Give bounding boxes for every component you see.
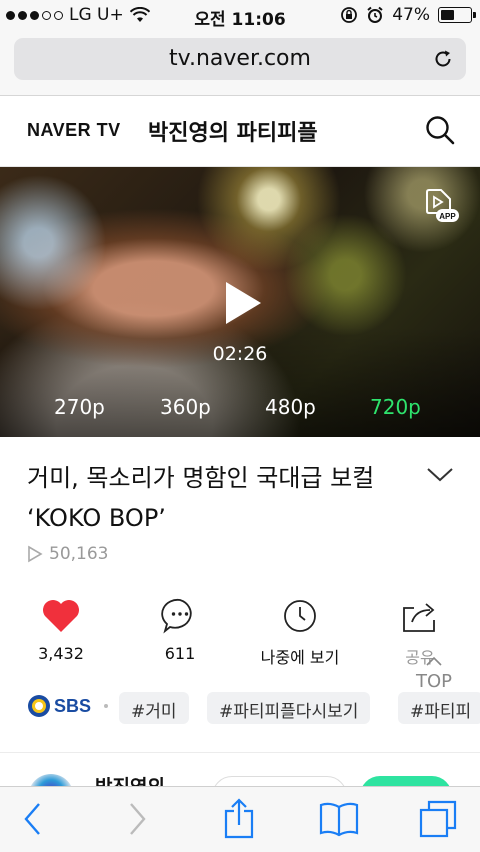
search-icon[interactable] [424, 114, 456, 146]
site-header: NAVER TV 박진영의 파티피플 [0, 97, 480, 167]
watch-later-label: 나중에 보기 [260, 648, 340, 667]
status-bar: LG U+ 오전 11:06 47% [0, 0, 480, 30]
reload-icon[interactable] [432, 48, 454, 70]
play-icon[interactable] [222, 279, 264, 327]
share-icon [403, 603, 435, 632]
clip-title-line-2: ‘KOKO BOP’ [27, 504, 166, 532]
section-divider [0, 752, 480, 753]
scroll-top-button[interactable]: TOP [410, 650, 458, 692]
video-duration: 02:26 [212, 343, 268, 365]
tag-chip[interactable]: #파티피 [398, 692, 480, 724]
comment-icon [161, 598, 192, 634]
app-badge-label: APP [439, 212, 456, 221]
quality-option-720p[interactable]: 720p [370, 395, 421, 419]
clock-icon [284, 600, 316, 632]
battery-icon [438, 7, 476, 23]
url-text[interactable]: tv.naver.com [14, 46, 466, 71]
chevron-down-icon[interactable] [426, 466, 454, 484]
tabs-icon[interactable] [418, 799, 458, 839]
broadcaster-logo[interactable]: SBS [27, 694, 91, 718]
clip-title: 거미, 목소리가 명함인 국대급 보컬 ‘KOKO BOP’ [27, 458, 427, 538]
bookmarks-icon[interactable] [318, 801, 360, 837]
scroll-top-label: TOP [415, 671, 453, 692]
clip-title-line-1: 거미, 목소리가 명함인 국대급 보컬 [27, 464, 375, 492]
forward-icon[interactable] [126, 801, 148, 837]
video-player[interactable]: APP 02:26 270p 360p 480p 720p [0, 167, 480, 437]
broadcaster-name: SBS [54, 695, 92, 716]
address-bar[interactable]: tv.naver.com [14, 38, 466, 80]
tag-chip[interactable]: #거미 [119, 692, 189, 724]
like-button[interactable]: 3,432 [11, 596, 111, 663]
status-right: 47% [340, 5, 476, 25]
view-count-value: 50,163 [49, 544, 109, 564]
app-open-icon[interactable]: APP [419, 187, 461, 229]
like-count: 3,432 [38, 644, 84, 663]
share-sheet-icon[interactable] [222, 797, 256, 839]
comment-count: 611 [164, 644, 196, 663]
browser-toolbar [0, 786, 480, 852]
chevron-up-icon [426, 656, 442, 666]
browser-chrome: tv.naver.com [0, 30, 480, 96]
watch-later-button[interactable]: 나중에 보기 [250, 596, 350, 668]
comment-button[interactable]: 611 [130, 596, 230, 663]
play-count-icon [28, 545, 43, 563]
view-count: 50,163 [27, 544, 108, 564]
orientation-lock-icon [341, 7, 358, 23]
back-icon[interactable] [22, 801, 44, 837]
action-bar: 3,432 611 나중에 보기 공유 [0, 596, 480, 676]
alarm-icon [367, 6, 383, 23]
quality-option-480p[interactable]: 480p [265, 395, 316, 419]
separator-dot [104, 704, 108, 708]
naver-tv-logo[interactable]: NAVER TV [27, 120, 121, 141]
tag-chip[interactable]: #파티피플다시보기 [207, 692, 371, 724]
channel-title[interactable]: 박진영의 파티피플 [148, 115, 318, 147]
quality-option-270p[interactable]: 270p [54, 395, 105, 419]
tag-list: SBS #거미 #파티피플다시보기 #파티피 [0, 690, 480, 726]
heart-icon [43, 600, 79, 632]
battery-percent: 47% [392, 5, 430, 25]
sbs-logo-icon [28, 695, 50, 717]
quality-option-360p[interactable]: 360p [160, 395, 211, 419]
